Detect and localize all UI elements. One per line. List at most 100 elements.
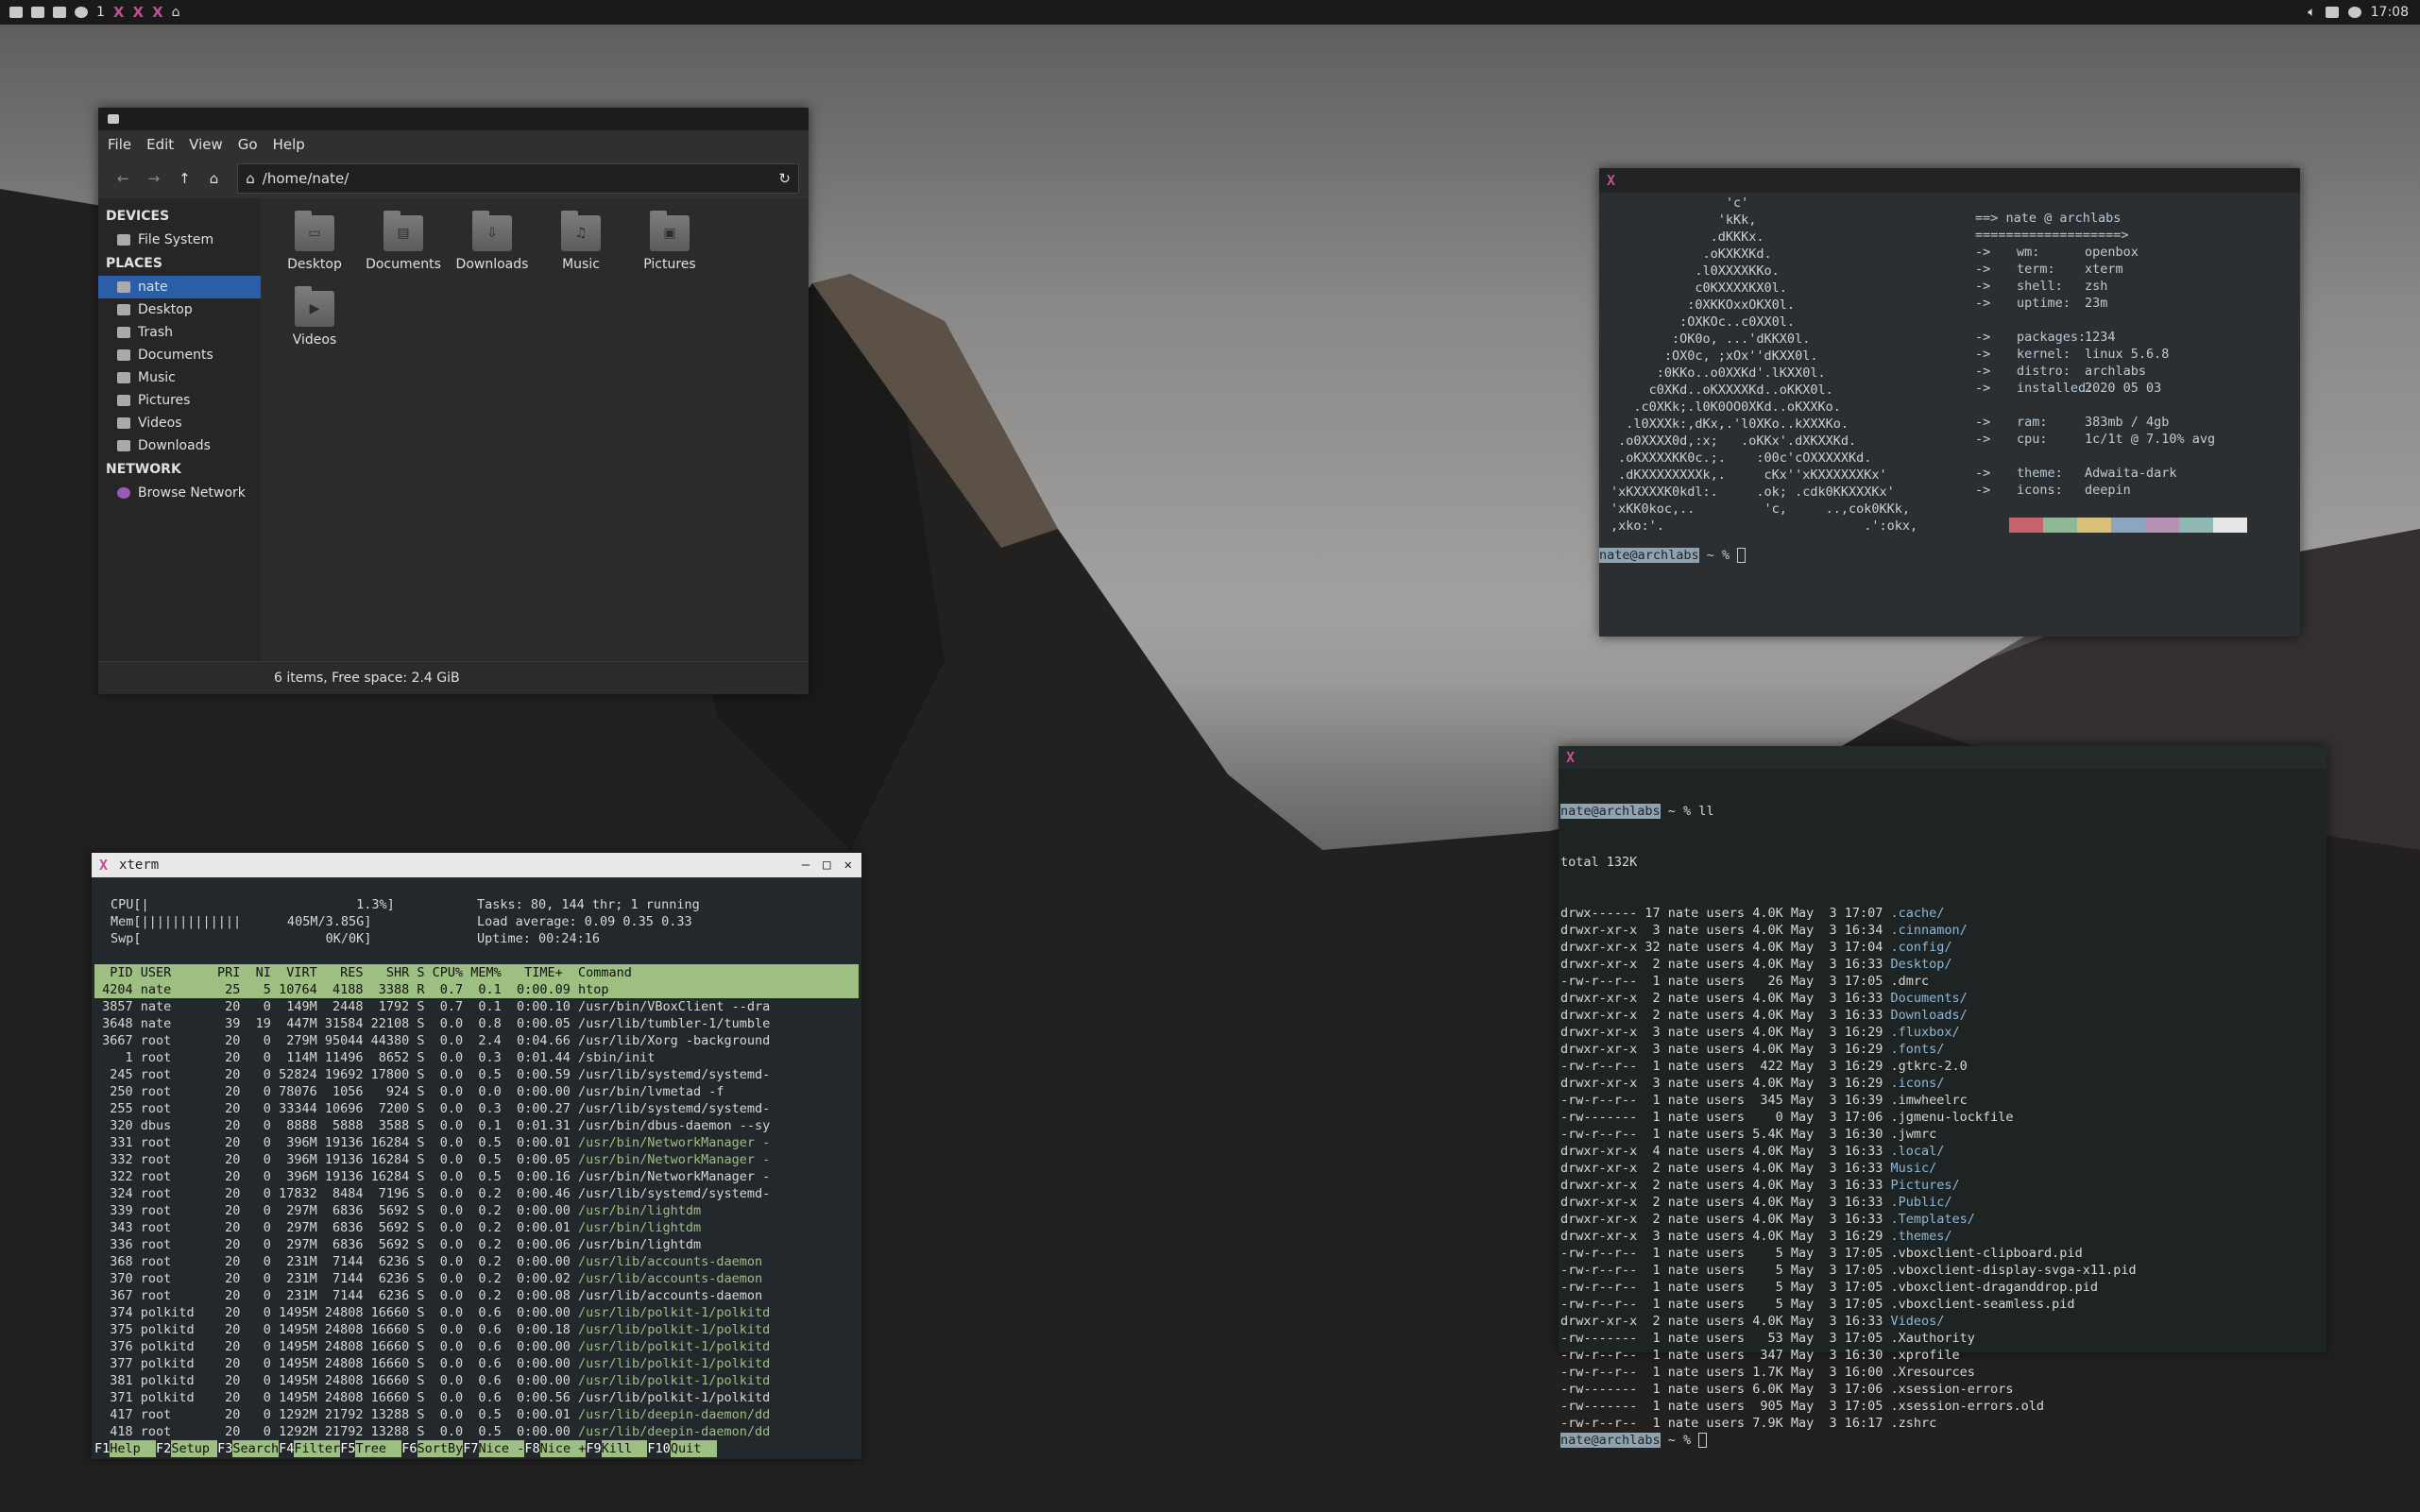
process-row[interactable]: 377 polkitd 20 0 1495M 24808 16660 S 0.0… bbox=[94, 1355, 859, 1372]
fkey-label[interactable]: Quit bbox=[670, 1440, 717, 1457]
fkey-label[interactable]: Filter bbox=[294, 1440, 341, 1457]
process-row[interactable]: 1 root 20 0 114M 11496 8652 S 0.0 0.3 0:… bbox=[94, 1049, 859, 1066]
menu-help[interactable]: Help bbox=[273, 136, 305, 153]
listing-terminal[interactable]: X nate@archlabs ~ % ll total 132K drwx--… bbox=[1559, 746, 2326, 1448]
process-row[interactable]: 417 root 20 0 1292M 21792 13288 S 0.0 0.… bbox=[94, 1406, 859, 1423]
home-button-icon[interactable]: ⌂ bbox=[210, 170, 219, 187]
clock[interactable]: 17:08 bbox=[2371, 5, 2409, 20]
close-icon[interactable]: ✕ bbox=[844, 858, 852, 873]
sidebar-item-downloads[interactable]: Downloads bbox=[98, 434, 261, 457]
fkey-f10[interactable]: F10 bbox=[647, 1440, 671, 1457]
fkey-label[interactable]: Nice + bbox=[539, 1440, 587, 1457]
launcher-icon[interactable] bbox=[9, 7, 23, 18]
fkey-label[interactable]: SortBy bbox=[417, 1440, 464, 1457]
menu-file[interactable]: File bbox=[108, 136, 131, 153]
process-row[interactable]: 3667 root 20 0 279M 95044 44380 S 0.0 2.… bbox=[94, 1032, 859, 1049]
path-bar[interactable]: ⌂ /home/nate/ ↻ bbox=[237, 163, 799, 194]
files-icon[interactable] bbox=[53, 7, 66, 18]
folder-desktop[interactable]: ▭ Desktop bbox=[270, 208, 359, 283]
fkey-f9[interactable]: F9 bbox=[586, 1440, 602, 1457]
process-row[interactable]: 245 root 20 0 52824 19692 17800 S 0.0 0.… bbox=[94, 1066, 859, 1083]
folder-music[interactable]: ♫ Music bbox=[537, 208, 625, 283]
sidebar-item-file-system[interactable]: File System bbox=[98, 229, 261, 251]
xterm-titlebar[interactable]: X xterm – □ ✕ bbox=[92, 853, 861, 877]
file-manager-titlebar[interactable] bbox=[98, 108, 809, 130]
fkey-f1[interactable]: F1 bbox=[94, 1440, 111, 1457]
process-row[interactable]: 3857 nate 20 0 149M 2448 1792 S 0.7 0.1 … bbox=[94, 998, 859, 1015]
browser-icon[interactable] bbox=[75, 7, 88, 18]
folder-videos[interactable]: ▶ Videos bbox=[270, 283, 359, 359]
sidebar-item-videos[interactable]: Videos bbox=[98, 412, 261, 434]
fkey-label[interactable]: Setup bbox=[171, 1440, 218, 1457]
task-xterm-icon[interactable]: X bbox=[133, 4, 145, 21]
process-row[interactable]: 367 root 20 0 231M 7144 6236 S 0.0 0.2 0… bbox=[94, 1287, 859, 1304]
process-row[interactable]: 322 root 20 0 396M 19136 16284 S 0.0 0.5… bbox=[94, 1168, 859, 1185]
workspace-indicator[interactable]: 1 bbox=[96, 5, 105, 20]
process-row[interactable]: 4204 nate 25 5 10764 4188 3388 R 0.7 0.1… bbox=[94, 981, 859, 998]
process-row[interactable]: 374 polkitd 20 0 1495M 24808 16660 S 0.0… bbox=[94, 1304, 859, 1321]
process-row[interactable]: 250 root 20 0 78076 1056 924 S 0.0 0.0 0… bbox=[94, 1083, 859, 1100]
fkey-f5[interactable]: F5 bbox=[340, 1440, 356, 1457]
up-icon[interactable]: ↑ bbox=[179, 170, 191, 187]
display-icon[interactable] bbox=[2325, 7, 2339, 18]
fkey-label[interactable]: Tree bbox=[355, 1440, 402, 1457]
fkey-label[interactable]: Nice - bbox=[478, 1440, 525, 1457]
process-row[interactable]: 324 root 20 0 17832 8484 7196 S 0.0 0.2 … bbox=[94, 1185, 859, 1202]
process-row[interactable]: 375 polkitd 20 0 1495M 24808 16660 S 0.0… bbox=[94, 1321, 859, 1338]
fkey-f8[interactable]: F8 bbox=[524, 1440, 540, 1457]
fkey-f7[interactable]: F7 bbox=[463, 1440, 479, 1457]
process-table-header[interactable]: PID USER PRI NI VIRT RES SHR S CPU% MEM%… bbox=[94, 964, 859, 981]
sidebar-item-trash[interactable]: Trash bbox=[98, 321, 261, 344]
process-row[interactable]: 381 polkitd 20 0 1495M 24808 16660 S 0.0… bbox=[94, 1372, 859, 1389]
process-row[interactable]: 368 root 20 0 231M 7144 6236 S 0.0 0.2 0… bbox=[94, 1253, 859, 1270]
sidebar-item-nate[interactable]: nate bbox=[98, 276, 261, 298]
terminal-icon[interactable] bbox=[31, 7, 44, 18]
process-row[interactable]: 371 polkitd 20 0 1495M 24808 16660 S 0.0… bbox=[94, 1389, 859, 1406]
process-row[interactable]: 418 root 20 0 1292M 21792 13288 S 0.0 0.… bbox=[94, 1423, 859, 1440]
sidebar-item-music[interactable]: Music bbox=[98, 366, 261, 389]
fkey-label[interactable]: Kill bbox=[601, 1440, 648, 1457]
sidebar-item-documents[interactable]: Documents bbox=[98, 344, 261, 366]
neofetch-terminal[interactable]: X 'c' 'kKk, .dKKKx. .oKXKXKd. .l0XXXXKKo… bbox=[1599, 168, 2300, 637]
ls-entry: drwxr-xr-x 2 nate users 4.0K May 3 16:33… bbox=[1560, 1160, 2326, 1177]
fkey-f4[interactable]: F4 bbox=[279, 1440, 295, 1457]
menu-go[interactable]: Go bbox=[238, 136, 258, 153]
process-row[interactable]: 370 root 20 0 231M 7144 6236 S 0.0 0.2 0… bbox=[94, 1270, 859, 1287]
htop-terminal[interactable]: X xterm – □ ✕ CPU[| 1.3%] Mem[|||||||||||… bbox=[92, 853, 861, 1459]
folder-pictures[interactable]: ▣ Pictures bbox=[625, 208, 714, 283]
home-icon[interactable]: ⌂ bbox=[172, 5, 180, 20]
fkey-f2[interactable]: F2 bbox=[156, 1440, 172, 1457]
sidebar-item-browse-network[interactable]: Browse Network bbox=[98, 482, 261, 504]
sidebar-item-pictures[interactable]: Pictures bbox=[98, 389, 261, 412]
process-row[interactable]: 332 root 20 0 396M 19136 16284 S 0.0 0.5… bbox=[94, 1151, 859, 1168]
task-xterm-icon[interactable]: X bbox=[152, 4, 163, 21]
process-row[interactable]: 339 root 20 0 297M 6836 5692 S 0.0 0.2 0… bbox=[94, 1202, 859, 1219]
back-icon[interactable]: ← bbox=[117, 170, 129, 187]
process-row[interactable]: 255 root 20 0 33344 10696 7200 S 0.0 0.3… bbox=[94, 1100, 859, 1117]
process-row[interactable]: 336 root 20 0 297M 6836 5692 S 0.0 0.2 0… bbox=[94, 1236, 859, 1253]
network-icon[interactable] bbox=[2347, 7, 2361, 18]
minimize-icon[interactable]: – bbox=[802, 858, 810, 873]
maximize-icon[interactable]: □ bbox=[823, 858, 830, 873]
volume-icon[interactable]: 🔈︎ bbox=[2308, 5, 2315, 20]
fkey-label[interactable]: Help bbox=[110, 1440, 157, 1457]
fkey-label[interactable]: Search bbox=[232, 1440, 280, 1457]
process-row[interactable]: 343 root 20 0 297M 6836 5692 S 0.0 0.2 0… bbox=[94, 1219, 859, 1236]
process-row[interactable]: 376 polkitd 20 0 1495M 24808 16660 S 0.0… bbox=[94, 1338, 859, 1355]
forward-icon[interactable]: → bbox=[148, 170, 161, 187]
fkey-f3[interactable]: F3 bbox=[217, 1440, 233, 1457]
folder-documents[interactable]: ▤ Documents bbox=[359, 208, 448, 283]
sidebar-item-desktop[interactable]: Desktop bbox=[98, 298, 261, 321]
process-row[interactable]: 331 root 20 0 396M 19136 16284 S 0.0 0.5… bbox=[94, 1134, 859, 1151]
terminal-titlebar[interactable]: X bbox=[1559, 746, 2326, 769]
reload-icon[interactable]: ↻ bbox=[778, 170, 791, 187]
fkey-f6[interactable]: F6 bbox=[401, 1440, 418, 1457]
task-xterm-icon[interactable]: X bbox=[113, 4, 125, 21]
ls-entry-name: .Public/ bbox=[1890, 1195, 1952, 1210]
menu-view[interactable]: View bbox=[189, 136, 223, 153]
terminal-titlebar[interactable]: X bbox=[1599, 168, 2300, 193]
menu-edit[interactable]: Edit bbox=[146, 136, 174, 153]
process-row[interactable]: 320 dbus 20 0 8888 5888 3588 S 0.0 0.1 0… bbox=[94, 1117, 859, 1134]
process-row[interactable]: 3648 nate 39 19 447M 31584 22108 S 0.0 0… bbox=[94, 1015, 859, 1032]
folder-downloads[interactable]: ⇩ Downloads bbox=[448, 208, 537, 283]
